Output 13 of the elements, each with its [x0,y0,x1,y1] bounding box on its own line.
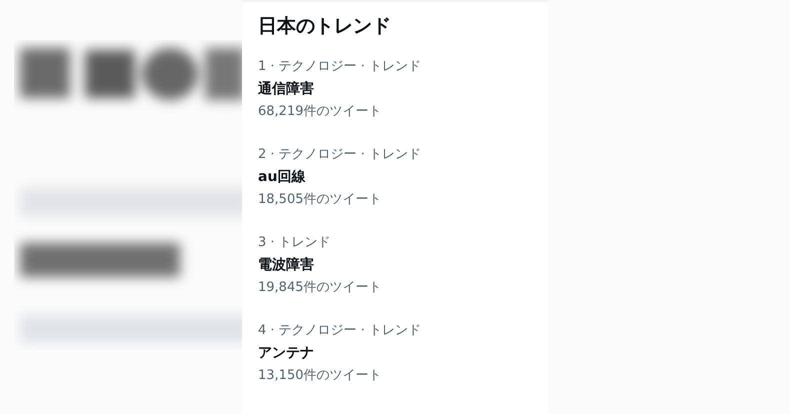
trend-context: 3 · トレンド [258,234,331,252]
trend-name[interactable]: 電波障害 [258,254,314,276]
tweet-count: 13,150件のツイート [258,367,382,385]
trend-context: 1 · テクノロジー · トレンド [258,58,422,76]
tweet-count: 68,219件のツイート [258,103,382,121]
tweet-count: 18,505件のツイート [258,191,382,209]
trend-context: 4 · テクノロジー · トレンド [258,322,422,340]
trend-name[interactable]: au回線 [258,166,306,188]
tweet-count: 19,845件のツイート [258,279,382,297]
panel-title: 日本のトレンド [258,14,392,38]
trend-name[interactable]: アンテナ [258,342,314,364]
trend-context: 2 · テクノロジー · トレンド [258,146,422,164]
trend-name[interactable]: 通信障害 [258,78,314,100]
